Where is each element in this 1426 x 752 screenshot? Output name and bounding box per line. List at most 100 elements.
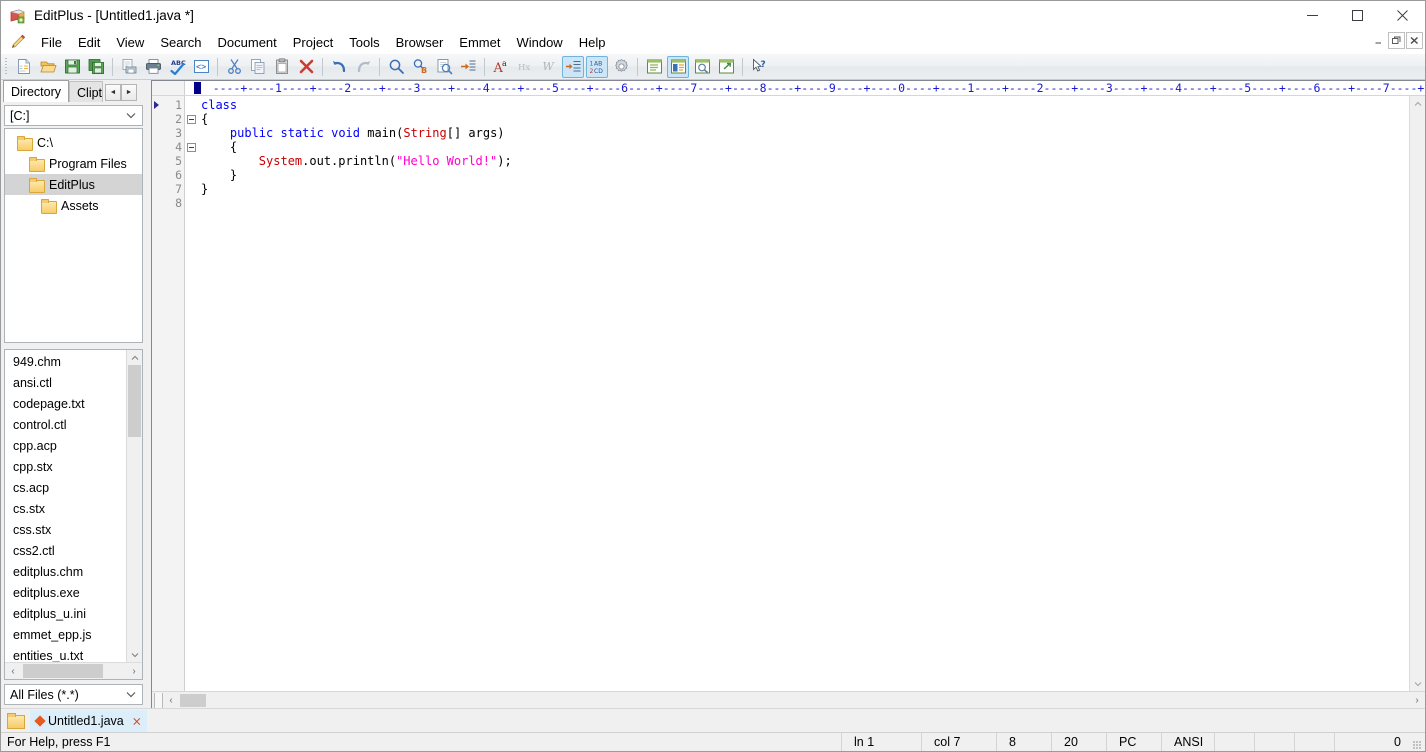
indent-icon[interactable] xyxy=(562,56,584,78)
paste-icon[interactable] xyxy=(271,56,293,78)
menu-item-view[interactable]: View xyxy=(108,32,152,53)
code-token: "Hello World!" xyxy=(396,154,497,168)
list-item[interactable]: cs.acp xyxy=(5,478,126,499)
find-in-files-icon[interactable] xyxy=(433,56,455,78)
tree-item-drive[interactable]: C:\ xyxy=(5,132,142,153)
full-screen-icon[interactable] xyxy=(715,56,737,78)
scroll-right-icon[interactable]: › xyxy=(126,663,142,679)
view-in-browser-icon[interactable]: <> xyxy=(190,56,212,78)
scroll-left-icon[interactable]: ‹ xyxy=(163,692,179,708)
scrollbar-grip[interactable] xyxy=(154,693,163,708)
status-cell: ANSI xyxy=(1161,733,1214,751)
output-window-icon[interactable] xyxy=(691,56,713,78)
goto-line-icon[interactable] xyxy=(457,56,479,78)
folder-icon[interactable] xyxy=(7,713,24,728)
undo-icon[interactable] xyxy=(328,56,350,78)
menu-item-window[interactable]: Window xyxy=(508,32,570,53)
list-item[interactable]: control.ctl xyxy=(5,415,126,436)
scrollbar-thumb[interactable] xyxy=(180,694,206,707)
directory-window-icon[interactable] xyxy=(643,56,665,78)
save-icon[interactable] xyxy=(61,56,83,78)
mdi-restore-button[interactable] xyxy=(1388,32,1405,49)
scroll-up-icon[interactable] xyxy=(127,350,142,365)
menu-item-help[interactable]: Help xyxy=(571,32,614,53)
drive-select[interactable]: [C:] xyxy=(4,105,143,126)
list-item[interactable]: emmet_epp.js xyxy=(5,625,126,646)
list-item[interactable]: codepage.txt xyxy=(5,394,126,415)
menu-item-file[interactable]: File xyxy=(33,32,70,53)
copy-icon[interactable] xyxy=(247,56,269,78)
save-all-icon[interactable] xyxy=(85,56,107,78)
help-pointer-icon[interactable]: ? xyxy=(748,56,770,78)
list-item[interactable]: cs.stx xyxy=(5,499,126,520)
directory-tree[interactable]: C:\ Program Files EditPlus Assets xyxy=(4,128,143,343)
file-list-horizontal-scrollbar[interactable]: ‹ › xyxy=(5,662,142,679)
toolbar-grip[interactable] xyxy=(4,58,10,76)
list-item[interactable]: editplus.exe xyxy=(5,583,126,604)
file-list-vertical-scrollbar[interactable] xyxy=(126,350,142,662)
word-wrap-icon[interactable]: W xyxy=(538,56,560,78)
list-item[interactable]: editplus.chm xyxy=(5,562,126,583)
list-item[interactable]: 949.chm xyxy=(5,352,126,373)
tree-item-program-files[interactable]: Program Files xyxy=(5,153,142,174)
spell-check-icon[interactable]: ABC xyxy=(166,56,188,78)
line-number: 2 xyxy=(152,112,184,126)
redo-icon[interactable] xyxy=(352,56,374,78)
list-item[interactable]: entities_u.txt xyxy=(5,646,126,662)
svg-text:?: ? xyxy=(760,60,765,70)
close-button[interactable] xyxy=(1380,1,1425,30)
preferences-icon[interactable] xyxy=(610,56,632,78)
scroll-down-icon[interactable] xyxy=(127,647,142,662)
maximize-button[interactable] xyxy=(1335,1,1380,30)
sidebar-tab-cliptext[interactable]: Cliptext xyxy=(69,81,103,102)
scroll-left-icon[interactable]: ‹ xyxy=(5,663,21,679)
scroll-right-icon[interactable]: › xyxy=(1409,692,1425,708)
list-item[interactable]: ansi.ctl xyxy=(5,373,126,394)
delete-icon[interactable] xyxy=(295,56,317,78)
replace-icon[interactable]: B xyxy=(409,56,431,78)
menu-item-edit[interactable]: Edit xyxy=(70,32,108,53)
menu-item-browser[interactable]: Browser xyxy=(388,32,452,53)
scroll-up-icon[interactable] xyxy=(1410,96,1425,111)
code-text-area[interactable]: class{ public static void main(String[] … xyxy=(185,96,1409,691)
sidebar-tab-directory[interactable]: Directory xyxy=(3,80,69,102)
file-list[interactable]: 949.chm ansi.ctl codepage.txt control.ct… xyxy=(4,349,143,680)
menu-item-tools[interactable]: Tools xyxy=(341,32,387,53)
tree-item-editplus[interactable]: EditPlus xyxy=(5,174,142,195)
document-tab-untitled1[interactable]: Untitled1.java ⨯ xyxy=(30,710,147,732)
list-item[interactable]: cpp.acp xyxy=(5,436,126,457)
scrollbar-thumb[interactable] xyxy=(128,365,141,437)
file-filter-select[interactable]: All Files (*.*) xyxy=(4,684,143,705)
menu-item-emmet[interactable]: Emmet xyxy=(451,32,508,53)
close-icon[interactable]: ⨯ xyxy=(132,715,142,727)
find-icon[interactable] xyxy=(385,56,407,78)
list-item[interactable]: editplus_u.ini xyxy=(5,604,126,625)
cut-icon[interactable] xyxy=(223,56,245,78)
editor-horizontal-scrollbar[interactable]: ‹ › xyxy=(152,691,1425,708)
tab-scroll-right-button[interactable]: ► xyxy=(121,84,137,101)
document-selector-icon[interactable] xyxy=(667,56,689,78)
tab-scroll-left-button[interactable]: ◄ xyxy=(105,84,121,101)
new-file-icon[interactable] xyxy=(13,56,35,78)
mdi-minimize-button[interactable] xyxy=(1370,32,1387,49)
menu-item-document[interactable]: Document xyxy=(210,32,285,53)
print-preview-icon[interactable] xyxy=(118,56,140,78)
list-item[interactable]: css.stx xyxy=(5,520,126,541)
scroll-down-icon[interactable] xyxy=(1410,676,1425,691)
tree-item-assets[interactable]: Assets xyxy=(5,195,142,216)
open-file-icon[interactable] xyxy=(37,56,59,78)
print-icon[interactable] xyxy=(142,56,164,78)
minimize-button[interactable] xyxy=(1290,1,1335,30)
list-item[interactable]: css2.ctl xyxy=(5,541,126,562)
menu-item-project[interactable]: Project xyxy=(285,32,341,53)
font-icon[interactable]: A a xyxy=(490,56,512,78)
hex-view-icon[interactable]: Hx xyxy=(514,56,536,78)
resize-grip[interactable] xyxy=(1409,733,1423,751)
line-number: 4 xyxy=(152,140,184,154)
editor-vertical-scrollbar[interactable] xyxy=(1409,96,1425,691)
scrollbar-thumb[interactable] xyxy=(23,664,103,678)
mdi-close-button[interactable] xyxy=(1406,32,1423,49)
menu-item-search[interactable]: Search xyxy=(152,32,209,53)
list-item[interactable]: cpp.stx xyxy=(5,457,126,478)
numbering-icon[interactable]: 1 2 AB CD xyxy=(586,56,608,78)
